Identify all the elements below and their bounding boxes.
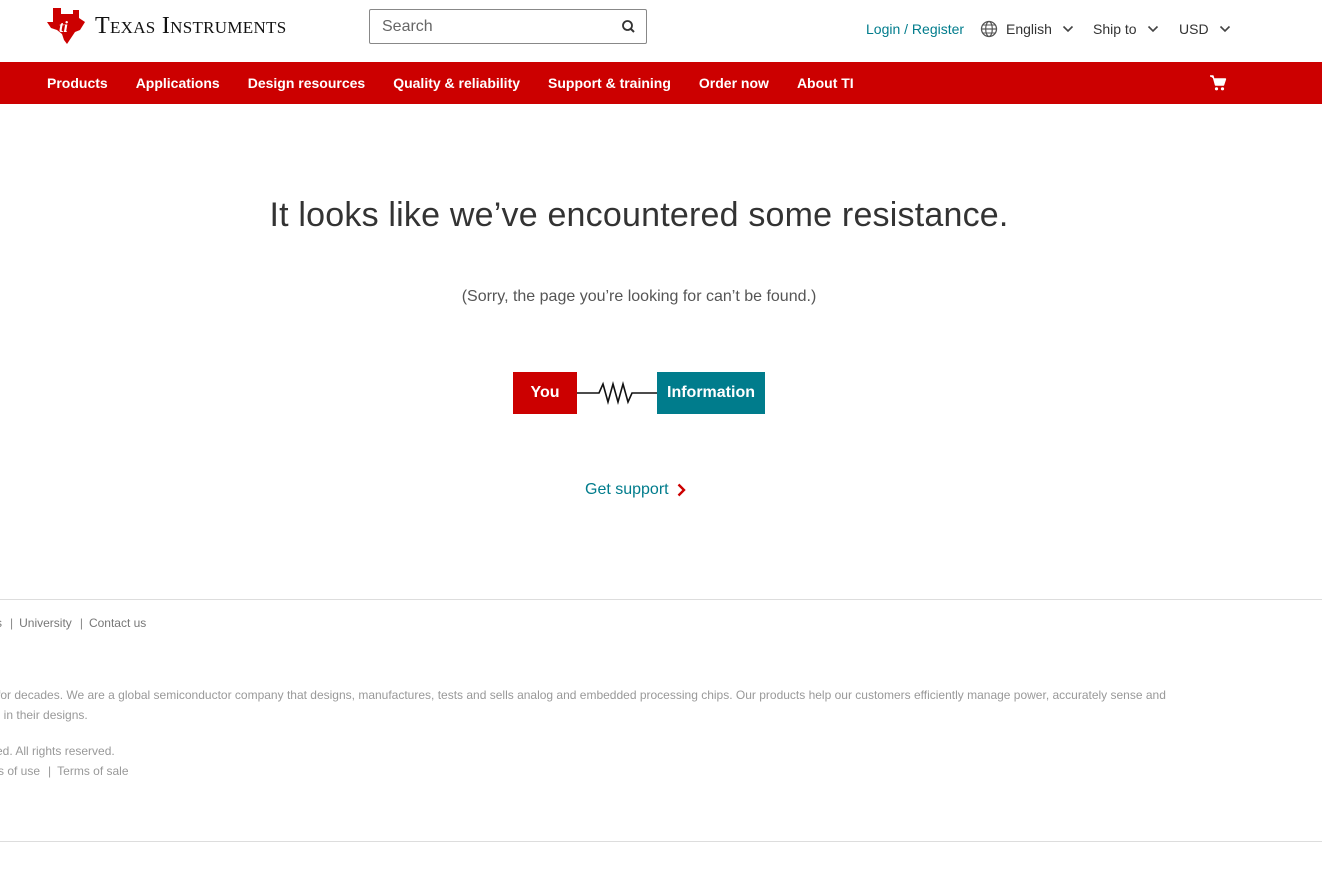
main-nav: Products Applications Design resources Q…	[0, 62, 1322, 104]
svg-text:ti: ti	[59, 19, 68, 36]
footer-links: rs | University | Contact us	[0, 616, 146, 630]
chevron-right-icon	[677, 483, 686, 497]
search-button[interactable]	[620, 18, 638, 36]
get-support-label: Get support	[585, 481, 669, 498]
nav-item-products[interactable]: Products	[47, 62, 108, 104]
footer-link-terms-of-use[interactable]: ms of use	[0, 764, 40, 778]
separator: |	[48, 764, 52, 778]
information-box: Information	[657, 372, 765, 414]
resistor-icon	[577, 381, 657, 405]
ti-logo[interactable]: ti Texas Instruments	[47, 8, 287, 44]
nav-item-order-now[interactable]: Order now	[699, 62, 769, 104]
footer-link-partial[interactable]: rs	[0, 616, 2, 630]
footer-link-university[interactable]: University	[19, 616, 72, 630]
nav-item-applications[interactable]: Applications	[136, 62, 220, 104]
login-label: Login / Register	[866, 21, 965, 37]
footer-description-cont: ng in their designs.	[0, 708, 88, 722]
login-register-link[interactable]: Login / Register	[866, 20, 964, 38]
resistance-diagram: You Information	[513, 372, 765, 414]
top-header: ti Texas Instruments Login / Register En…	[0, 0, 1322, 62]
ship-to-label: Ship to	[1093, 21, 1137, 37]
search-input[interactable]	[370, 10, 600, 43]
logo-text: Texas Instruments	[95, 12, 287, 39]
nav-item-quality-reliability[interactable]: Quality & reliability	[393, 62, 520, 104]
separator: |	[79, 616, 83, 630]
get-support-link[interactable]: Get support	[585, 481, 686, 499]
separator: |	[10, 616, 14, 630]
language-label: English	[1006, 21, 1052, 37]
currency-selector[interactable]: USD	[1179, 20, 1231, 38]
search-icon	[622, 20, 635, 33]
cart-icon	[1210, 75, 1227, 91]
footer-terms: ms of use | Terms of sale	[0, 764, 129, 778]
chevron-down-icon	[1147, 25, 1158, 33]
search-box	[369, 9, 647, 44]
ti-logo-icon: ti	[47, 8, 85, 44]
chevron-down-icon	[1219, 25, 1230, 33]
error-message: (Sorry, the page you’re looking for can’…	[461, 288, 817, 305]
footer-divider-bottom	[0, 841, 1322, 842]
footer-link-contact-us[interactable]: Contact us	[89, 616, 146, 630]
nav-item-support-training[interactable]: Support & training	[548, 62, 671, 104]
chevron-down-icon	[1062, 25, 1073, 33]
currency-label: USD	[1179, 21, 1209, 37]
nav-item-about-ti[interactable]: About TI	[797, 62, 854, 104]
footer-link-terms-of-sale[interactable]: Terms of sale	[57, 764, 128, 778]
you-box: You	[513, 372, 577, 414]
page-title: It looks like we’ve encountered some res…	[269, 196, 1009, 234]
footer-copyright: ved. All rights reserved.	[0, 744, 115, 758]
nav-item-design-resources[interactable]: Design resources	[248, 62, 366, 104]
globe-icon	[980, 20, 998, 38]
language-selector[interactable]: English	[980, 20, 1074, 38]
ship-to-selector[interactable]: Ship to	[1093, 20, 1159, 38]
footer-divider	[0, 599, 1322, 600]
footer-description: e for decades. We are a global semicondu…	[0, 688, 1166, 702]
cart-button[interactable]	[1209, 74, 1227, 92]
